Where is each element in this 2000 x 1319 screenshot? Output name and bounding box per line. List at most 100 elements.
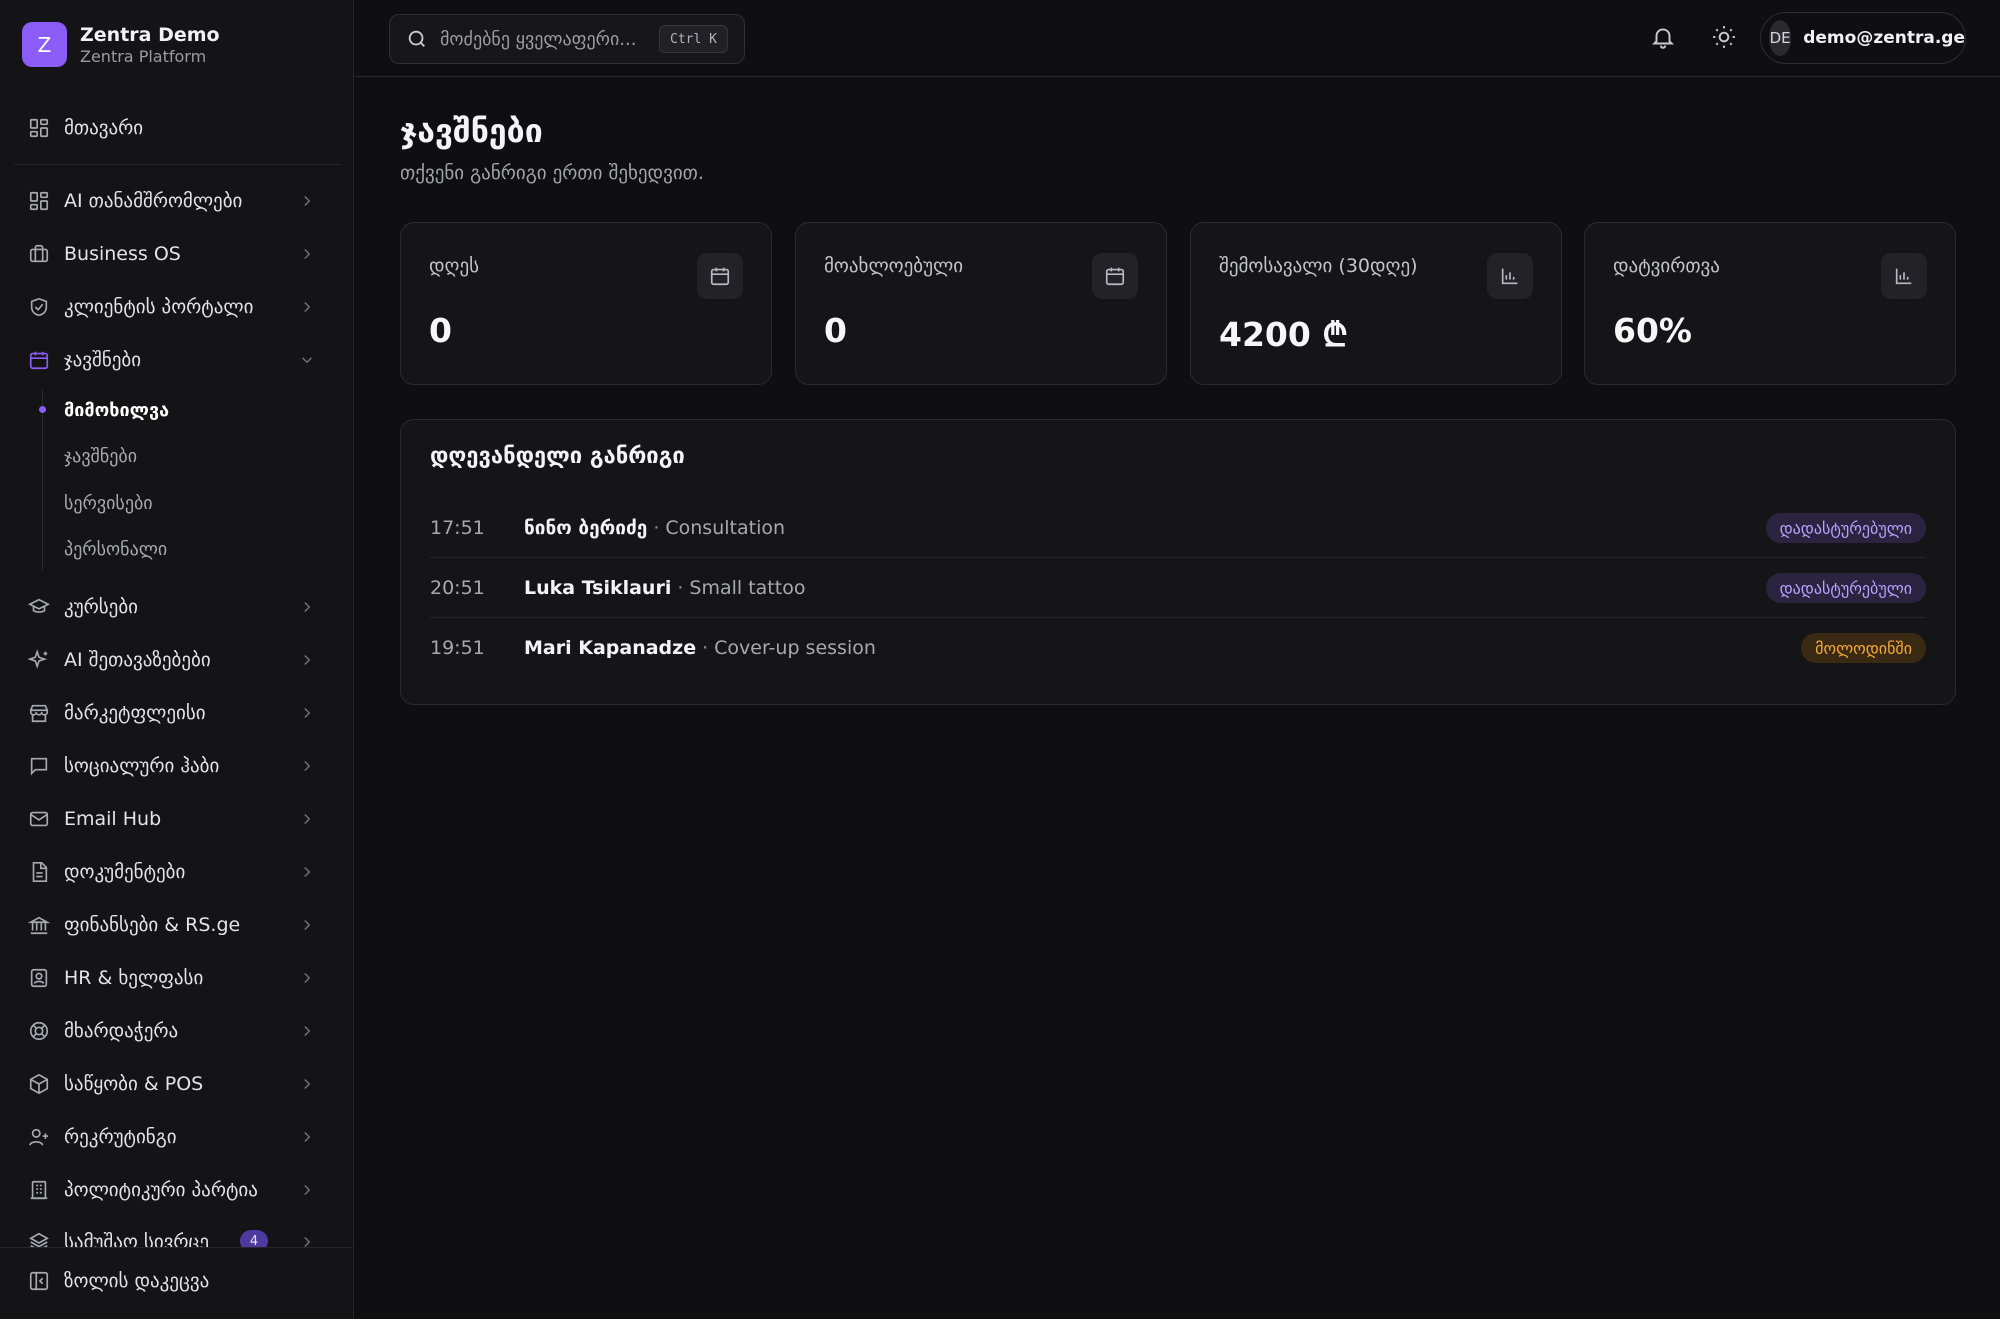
sidebar-item-label: AI შეთავაზებები [64,649,211,671]
sidebar-item-documents[interactable]: დოკუმენტები [14,848,336,896]
bank-icon [28,914,50,936]
brand-text: Zentra Demo Zentra Platform [80,23,220,67]
appointment-client: Mari Kapanadze [524,637,697,659]
sidebar-item-business-os[interactable]: Business OS [14,230,336,278]
status-badge: დადასტურებული [1765,513,1926,543]
user-plus-icon [28,1126,50,1148]
sidebar-item-political-party[interactable]: პოლიტიკური პარტია [14,1166,336,1214]
search-icon [406,28,428,50]
chevron-right-icon [298,810,316,828]
sidebar-item-label: AI თანამშრომლები [64,190,243,212]
search-placeholder: მოძებნე ყველაფერი... [440,28,637,50]
appointment-service: Small tattoo [689,576,806,599]
sidebar-item-warehouse-pos[interactable]: საწყობი & POS [14,1060,336,1108]
brand[interactable]: Z Zentra Demo Zentra Platform [22,22,220,67]
graduation-cap-icon [28,596,50,618]
appointment-time: 19:51 [430,637,485,659]
separator-dot: · [677,576,684,599]
briefcase-icon [28,243,50,265]
status-badge: მოლოდინში [1801,633,1926,663]
sidebar-item-home[interactable]: მთავარი [14,104,336,152]
shield-icon [28,296,50,318]
chevron-right-icon [298,651,316,669]
notifications-button[interactable] [1650,24,1676,50]
stat-value: 0 [824,311,847,350]
sidebar-item-email-hub[interactable]: Email Hub [14,795,336,843]
appointment-time: 20:51 [430,576,485,599]
sub-item-bookings[interactable]: ჯავშნები [64,439,137,473]
appointment-row[interactable]: 17:51 ნინო ბერიძე · Consultation დადასტუ… [430,498,1926,558]
chevron-right-icon [298,1075,316,1093]
sun-icon [1711,24,1737,50]
sidebar-item-client-portal[interactable]: კლიენტის პორტალი [14,283,336,331]
submenu-line [42,390,43,570]
sidebar-item-label: სოციალური ჰაბი [64,755,220,777]
page-subtitle: თქვენი განრიგი ერთი შეხედვით. [400,162,704,184]
sidebar-divider [14,164,340,165]
chevron-right-icon [298,916,316,934]
collapse-label: ზოლის დაკეცვა [64,1270,210,1292]
sidebar-item-bookings[interactable]: ჯავშნები [14,336,336,384]
collapse-sidebar-button[interactable]: ზოლის დაკეცვა [28,1270,209,1292]
sidebar-item-label: მხარდაჭერა [64,1020,179,1042]
package-icon [28,1073,50,1095]
sidebar-item-label: მარკეტფლეისი [64,702,206,724]
sidebar: Z Zentra Demo Zentra Platform მთავარი AI… [0,0,354,1319]
chevron-right-icon [298,598,316,616]
file-text-icon [28,861,50,883]
sidebar-footer: ზოლის დაკეცვა [0,1247,353,1319]
appointment-service: Cover-up session [714,637,876,659]
chevron-right-icon [298,704,316,722]
sidebar-item-finance[interactable]: ფინანსები & RS.ge [14,901,336,949]
appointment-client: Luka Tsiklauri [524,576,672,599]
theme-toggle-button[interactable] [1711,24,1737,50]
panel-collapse-icon [28,1270,50,1292]
sidebar-item-label: პოლიტიკური პარტია [64,1179,258,1201]
calendar-icon [28,349,50,371]
appointment-row[interactable]: 20:51 Luka Tsiklauri · Small tattoo დადა… [430,558,1926,618]
sidebar-item-marketplace[interactable]: მარკეტფლეისი [14,689,336,737]
schedule-title: დღევანდელი განრიგი [430,444,685,469]
sidebar-item-hr[interactable]: HR & ხელფასი [14,954,336,1002]
bar-chart-icon [1881,253,1927,299]
calendar-icon [697,253,743,299]
grid-icon [28,117,50,139]
appointment-row[interactable]: 19:51 Mari Kapanadze · Cover-up session … [430,618,1926,678]
sub-item-overview[interactable]: მიმოხილვა [64,393,169,427]
chevron-right-icon [298,192,316,210]
search-shortcut: Ctrl K [659,25,728,53]
stat-card-utilization: დატვირთვა 60% [1584,222,1956,385]
brand-title: Zentra Demo [80,23,220,46]
chevron-right-icon [298,1128,316,1146]
sidebar-item-ai-offers[interactable]: AI შეთავაზებები [14,636,336,684]
page-title: ჯავშნები [400,112,543,150]
sidebar-item-support[interactable]: მხარდაჭერა [14,1007,336,1055]
sidebar-item-label: HR & ხელფასი [64,967,204,989]
chevron-right-icon [298,1181,316,1199]
sidebar-item-recruiting[interactable]: რეკრუტინგი [14,1113,336,1161]
chevron-right-icon [298,298,316,316]
sub-item-staff[interactable]: პერსონალი [64,532,167,566]
stat-card-today: დღეს 0 [400,222,772,385]
sidebar-item-courses[interactable]: კურსები [14,583,336,631]
chevron-right-icon [298,1022,316,1040]
sidebar-item-label: Business OS [64,243,181,265]
appointment-service: Consultation [665,516,786,539]
stat-label: დღეს [429,255,480,277]
sidebar-item-label: ფინანსები & RS.ge [64,914,241,936]
user-menu-button[interactable]: DE demo@zentra.ge [1760,12,1966,64]
brand-logo: Z [22,22,67,67]
mail-icon [28,808,50,830]
sub-item-services[interactable]: სერვისები [64,486,153,520]
sidebar-item-social-hub[interactable]: სოციალური ჰაბი [14,742,336,790]
sidebar-item-label: ჯავშნები [64,349,142,371]
stat-card-revenue: შემოსავალი (30დღე) 4200 ₾ [1190,222,1562,385]
sidebar-item-label: კურსები [64,596,138,618]
topbar: მოძებნე ყველაფერი... Ctrl K DE demo@zent… [355,0,2000,77]
avatar: DE [1769,20,1792,56]
stat-label: მოახლოებული [824,255,964,277]
sidebar-item-label: კლიენტის პორტალი [64,296,254,318]
search-input[interactable]: მოძებნე ყველაფერი... Ctrl K [389,14,745,64]
sidebar-item-ai-employees[interactable]: AI თანამშრომლები [14,177,336,225]
chevron-right-icon [298,969,316,987]
